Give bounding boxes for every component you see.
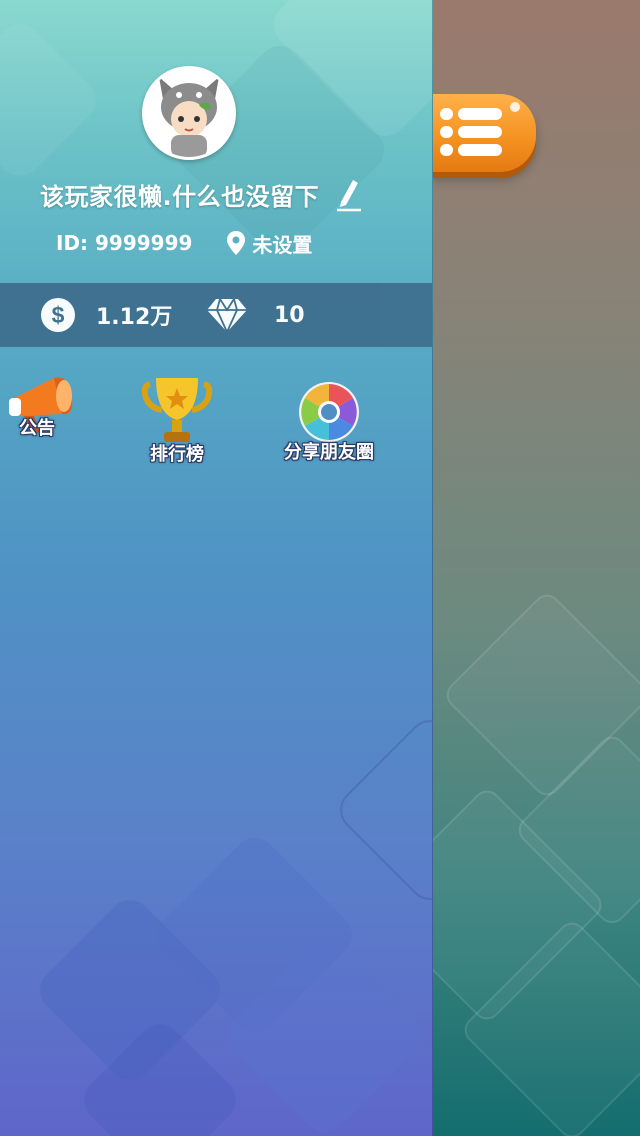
gold-stat: $ 1.12万 xyxy=(40,297,172,333)
player-id: ID: 9999999 xyxy=(56,231,193,255)
location[interactable]: 未设置 xyxy=(226,229,312,258)
id-location-row: ID: 9999999 未设置 xyxy=(56,228,312,258)
ranking-label: 排行榜 xyxy=(150,444,204,465)
diamond-value: 10 xyxy=(274,302,305,328)
location-pin-icon xyxy=(227,231,246,255)
share-moments-button[interactable]: 分享朋友圈 xyxy=(274,378,384,464)
location-label: 未设置 xyxy=(252,232,313,257)
currency-bar: $ 1.12万 10 xyxy=(0,283,432,347)
button-highlight xyxy=(510,102,520,112)
camera-shutter-icon xyxy=(299,382,359,442)
trophy-icon xyxy=(141,378,213,442)
gold-value: 1.12万 xyxy=(96,305,173,330)
svg-text:$: $ xyxy=(52,302,65,328)
pencil-icon[interactable] xyxy=(333,176,363,212)
dollar-coin-icon: $ xyxy=(41,298,75,332)
notice-button[interactable]: 公告 xyxy=(9,372,80,440)
avatar-image xyxy=(145,69,233,157)
notice-label: 公告 xyxy=(19,418,55,439)
side-drawer: 该玩家很懒.什么也没留下 ID: 9999999 未设置 $ 1.12万 10 … xyxy=(0,0,433,1136)
player-nickname: 该玩家很懒.什么也没留下 xyxy=(40,182,320,211)
diamond-stat: 10 xyxy=(206,297,305,333)
avatar[interactable] xyxy=(142,66,236,160)
nickname-row: 该玩家很懒.什么也没留下 xyxy=(40,174,363,214)
ranking-button[interactable]: 排行榜 xyxy=(140,374,214,466)
menu-toggle-button[interactable] xyxy=(432,94,536,172)
diamond-icon xyxy=(207,298,247,333)
share-moments-label: 分享朋友圈 xyxy=(284,442,374,463)
